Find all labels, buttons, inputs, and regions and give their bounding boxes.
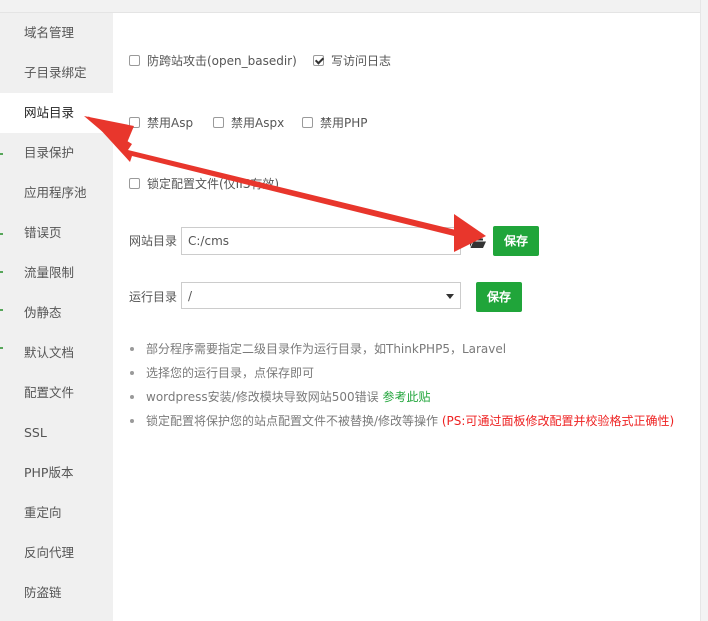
disable-php-label: 禁用PHP (320, 116, 368, 130)
sidebar-item-redirect[interactable]: 重定向 (0, 493, 113, 533)
list-item: 选择您的运行目录，点保存即可 (129, 364, 674, 388)
sidebar-item-default-doc[interactable]: 默认文档 (0, 333, 113, 373)
tips-list: 部分程序需要指定二级目录作为运行目录，如ThinkPHP5，Laravel 选择… (129, 340, 674, 436)
sidebar: 域名管理 子目录绑定 网站目录 目录保护 应用程序池 错误页 流量限制 伪静态 … (0, 13, 113, 621)
edge-mark (0, 309, 3, 311)
reference-link[interactable]: 参考此贴 (382, 390, 430, 404)
sidebar-item-error-page[interactable]: 错误页 (0, 213, 113, 253)
chevron-down-icon (446, 294, 454, 299)
tip-text: 部分程序需要指定二级目录作为运行目录，如ThinkPHP5，Laravel (146, 342, 507, 356)
sidebar-item-hotlink-protection[interactable]: 防盗链 (0, 573, 113, 613)
site-dir-input[interactable]: C:/cms (181, 227, 461, 255)
sidebar-item-rewrite[interactable]: 伪静态 (0, 293, 113, 333)
sidebar-item-site-dir[interactable]: 网站目录 (0, 93, 113, 133)
disable-aspx-checkbox[interactable] (213, 117, 224, 128)
tip-text: wordpress安装/修改模块导致网站500错误 (146, 390, 379, 404)
list-item: 锁定配置将保护您的站点配置文件不被替换/修改等操作 (PS:可通过面板修改配置并… (129, 412, 674, 436)
edge-mark (0, 271, 3, 273)
sidebar-item-dir-protection[interactable]: 目录保护 (0, 133, 113, 173)
run-dir-select[interactable]: / (181, 282, 461, 309)
sidebar-item-php-version[interactable]: PHP版本 (0, 453, 113, 493)
disable-aspx-label: 禁用Aspx (231, 116, 285, 130)
site-dir-label: 网站目录 (129, 234, 178, 248)
edge-mark (0, 153, 3, 155)
tip-text: 选择您的运行目录，点保存即可 (146, 366, 315, 380)
disable-asp-label: 禁用Asp (147, 116, 194, 130)
lock-config-checkbox[interactable] (129, 178, 140, 189)
access-log-label: 写访问日志 (331, 54, 392, 68)
sidebar-item-reverse-proxy[interactable]: 反向代理 (0, 533, 113, 573)
top-bar (0, 0, 708, 13)
access-log-checkbox[interactable] (313, 55, 324, 66)
edge-mark (0, 347, 3, 349)
sidebar-item-subdir-binding[interactable]: 子目录绑定 (0, 53, 113, 93)
run-dir-label: 运行目录 (129, 290, 178, 304)
site-dir-save-button[interactable]: 保存 (493, 226, 539, 256)
list-item: 部分程序需要指定二级目录作为运行目录，如ThinkPHP5，Laravel (129, 340, 674, 364)
open-basedir-label: 防跨站攻击(open_basedir) (147, 54, 297, 68)
sidebar-item-app-pool[interactable]: 应用程序池 (0, 173, 113, 213)
sidebar-item-traffic-limit[interactable]: 流量限制 (0, 253, 113, 293)
list-item: wordpress安装/修改模块导致网站500错误 参考此贴 (129, 388, 674, 412)
sidebar-item-config-file[interactable]: 配置文件 (0, 373, 113, 413)
tip-text: 锁定配置将保护您的站点配置文件不被替换/修改等操作 (146, 414, 439, 428)
tip-warning-text: (PS:可通过面板修改配置并校验格式正确性) (441, 414, 675, 428)
right-scrollbar[interactable] (700, 0, 708, 621)
run-dir-save-button[interactable]: 保存 (476, 282, 522, 312)
run-dir-selected-value: / (188, 289, 193, 303)
sidebar-item-ssl[interactable]: SSL (0, 413, 113, 453)
folder-open-icon[interactable] (470, 236, 486, 248)
open-basedir-checkbox[interactable] (129, 55, 140, 66)
sidebar-item-domain[interactable]: 域名管理 (0, 13, 113, 53)
lock-config-label: 锁定配置文件(仅IIS有效) (147, 177, 280, 191)
disable-asp-checkbox[interactable] (129, 117, 140, 128)
disable-php-checkbox[interactable] (302, 117, 313, 128)
edge-mark (0, 233, 3, 235)
